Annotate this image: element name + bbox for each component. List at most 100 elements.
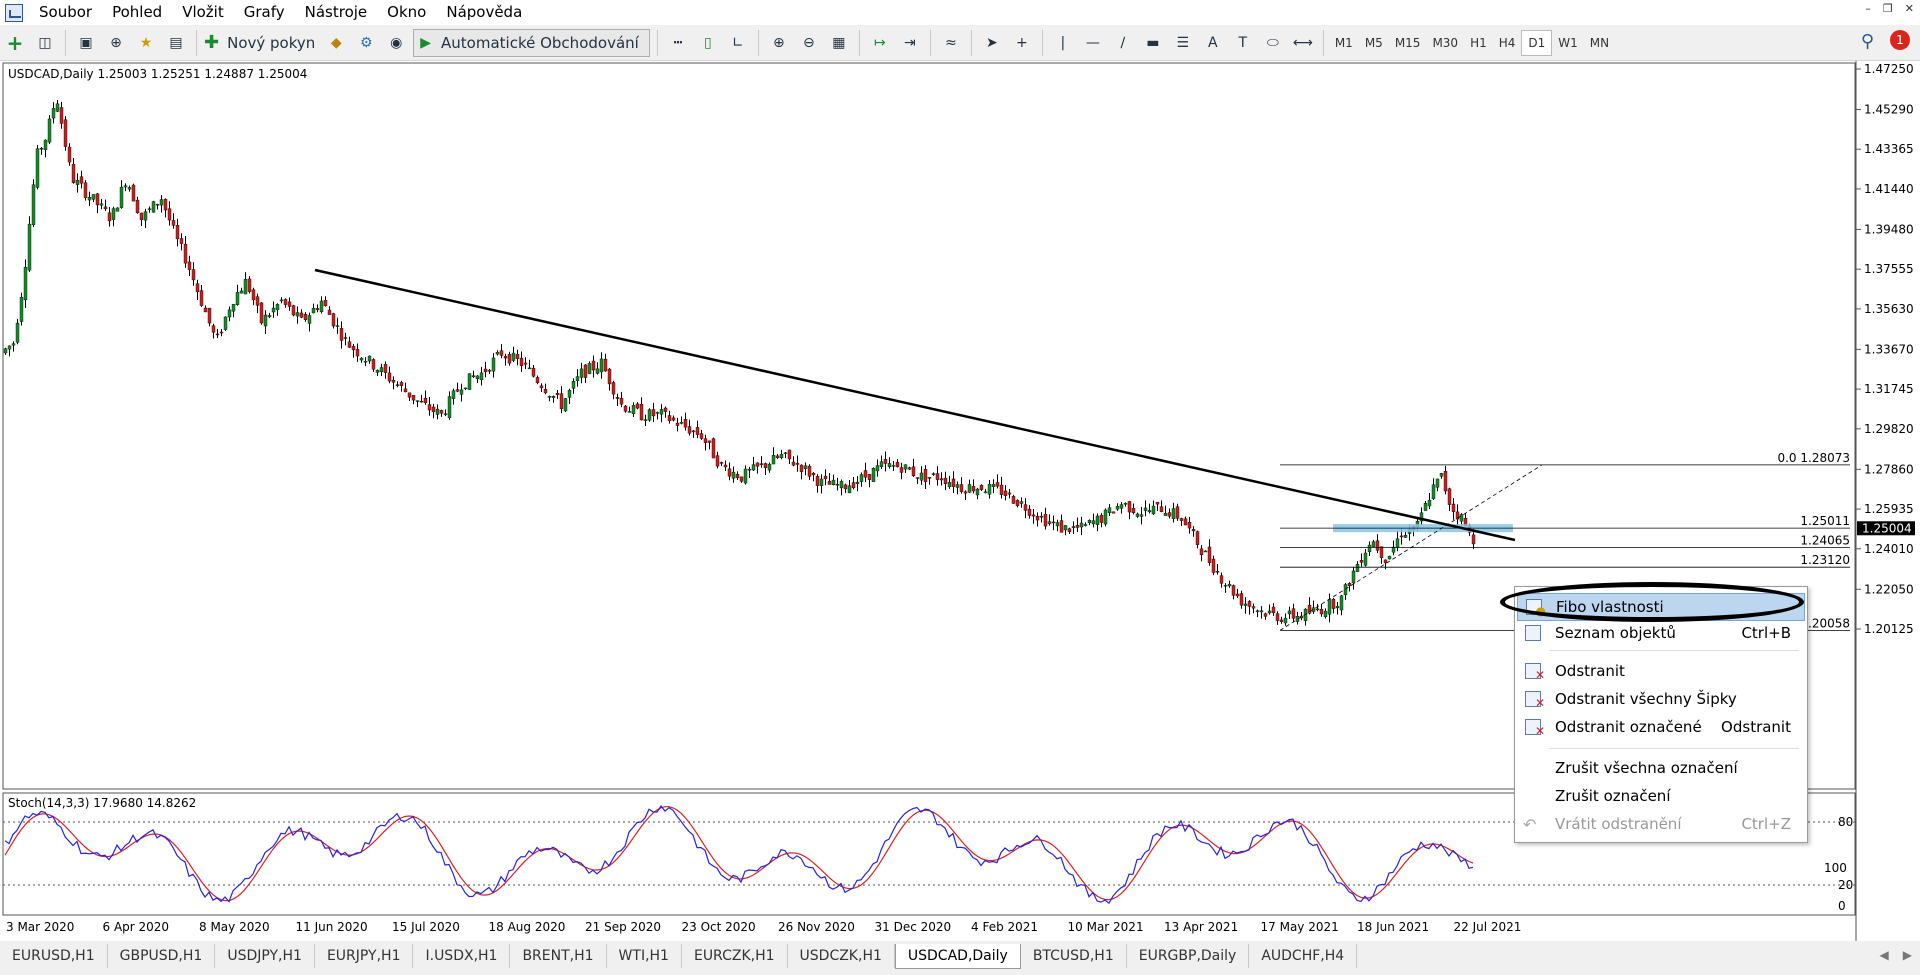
- candle-body: [1243, 603, 1248, 606]
- menu-delete-all-arrows[interactable]: ✕ Odstranit všechny Šipky: [1517, 686, 1803, 712]
- indicators-icon[interactable]: ≈: [938, 29, 964, 56]
- tab-eurjpy[interactable]: EURJPY,H1: [315, 944, 414, 968]
- tab-scroll-right-icon[interactable]: ▶: [1903, 948, 1912, 962]
- horizontal-line-icon[interactable]: —: [1080, 29, 1106, 56]
- tab-gbpusd[interactable]: GBPUSD,H1: [108, 944, 216, 968]
- timeframe-d1[interactable]: D1: [1521, 29, 1553, 56]
- timeframe-w1[interactable]: W1: [1552, 31, 1584, 55]
- menu-deselect[interactable]: Zrušit označení: [1517, 783, 1803, 809]
- tab-scroll-left-icon[interactable]: ◀: [1880, 948, 1889, 962]
- tile-windows-icon[interactable]: ▦: [826, 29, 852, 56]
- candle-body: [55, 103, 60, 112]
- candle-body: [447, 396, 452, 418]
- text-icon[interactable]: A: [1200, 29, 1226, 56]
- tab-eurusd[interactable]: EURUSD,H1: [0, 944, 108, 968]
- candle-body: [911, 466, 916, 476]
- meta-editor-icon[interactable]: ◆: [323, 29, 349, 56]
- candle-body: [1027, 508, 1032, 516]
- tab-audchf[interactable]: AUDCHF,H4: [1249, 944, 1358, 968]
- notification-badge[interactable]: 1: [1890, 30, 1910, 50]
- menu-vlozit[interactable]: Vložit: [172, 0, 234, 25]
- menu-label: Odstranit označené: [1555, 718, 1702, 736]
- menu-delete-selected[interactable]: ✕ Odstranit označené Odstranit: [1517, 714, 1803, 740]
- restore-icon[interactable]: ❐: [1883, 2, 1893, 15]
- tab-brent[interactable]: BRENT,H1: [510, 944, 607, 968]
- cursor-icon[interactable]: ➤: [979, 29, 1005, 56]
- bar-chart-icon[interactable]: ┅: [665, 29, 691, 56]
- menu-deselect-all[interactable]: Zrušit všechna označení: [1517, 755, 1803, 781]
- terminal-icon[interactable]: ▤: [163, 29, 189, 56]
- arrows-icon[interactable]: ⟷: [1290, 29, 1316, 56]
- line-chart-icon[interactable]: ∟: [725, 29, 751, 56]
- menu-napoveda[interactable]: Nápověda: [436, 0, 532, 25]
- menu-nastroje[interactable]: Nástroje: [295, 0, 378, 25]
- signals-icon[interactable]: ◉: [383, 29, 409, 56]
- timeframe-mn[interactable]: MN: [1584, 31, 1615, 55]
- candle-body: [1143, 507, 1148, 511]
- menu-soubor[interactable]: Soubor: [29, 0, 102, 25]
- new-order-button[interactable]: ✚ Nový pokyn: [204, 29, 319, 56]
- minimize-icon[interactable]: –: [1865, 2, 1871, 15]
- menu-undo-delete[interactable]: ↶ Vrátit odstranění Ctrl+Z: [1517, 811, 1803, 837]
- tab-usdjpy[interactable]: USDJPY,H1: [215, 944, 315, 968]
- tab-iusdx[interactable]: I.USDX,H1: [413, 944, 511, 968]
- timeframe-m30[interactable]: M30: [1426, 31, 1464, 55]
- toolbar-separator: [1322, 29, 1324, 56]
- candlestick-icon[interactable]: ▯: [695, 29, 721, 56]
- trendline: [314, 268, 1516, 542]
- auto-trading-button[interactable]: ▶ Automatické Obchodování: [413, 28, 650, 57]
- timeframe-h1[interactable]: H1: [1464, 31, 1493, 55]
- candle-body: [1379, 546, 1384, 559]
- menu-okno[interactable]: Okno: [377, 0, 436, 25]
- crosshair-icon[interactable]: +: [1009, 29, 1035, 56]
- vertical-line-icon[interactable]: |: [1050, 29, 1076, 56]
- search-icon[interactable]: ⚲: [1861, 31, 1874, 52]
- price-label: 1.43365: [1864, 142, 1914, 156]
- menu-fibo-properties[interactable]: ● Fibo vlastnosti: [1517, 593, 1805, 621]
- channel-icon[interactable]: ▬: [1140, 29, 1166, 56]
- candle-body: [443, 413, 448, 415]
- menu-pohled[interactable]: Pohled: [102, 0, 172, 25]
- candle-body: [631, 404, 636, 414]
- zoom-out-icon[interactable]: ⊖: [796, 29, 822, 56]
- tab-eurgbp[interactable]: EURGBP,Daily: [1127, 944, 1250, 968]
- trendline-icon[interactable]: ∕: [1110, 29, 1136, 56]
- candle-body: [1263, 613, 1268, 617]
- tab-btcusd[interactable]: BTCUSD,H1: [1021, 944, 1127, 968]
- candle-body: [523, 362, 528, 365]
- profiles-icon[interactable]: ◫: [32, 29, 58, 56]
- tab-usdczk[interactable]: USDCZK,H1: [788, 944, 895, 968]
- candle-body: [979, 484, 984, 490]
- tab-wti[interactable]: WTI,H1: [607, 944, 682, 968]
- new-chart-icon[interactable]: +: [2, 29, 28, 56]
- timeframe-m15[interactable]: M15: [1389, 31, 1427, 55]
- tab-eurczk[interactable]: EURCZK,H1: [682, 944, 788, 968]
- menu-object-list[interactable]: Seznam objektů Ctrl+B: [1517, 620, 1803, 646]
- timeframe-h4[interactable]: H4: [1493, 31, 1522, 55]
- candle-body: [935, 473, 940, 480]
- toolbar-separator: [65, 29, 66, 56]
- zoom-in-icon[interactable]: ⊕: [766, 29, 792, 56]
- timeframe-m5[interactable]: M5: [1359, 31, 1389, 55]
- text-label-icon[interactable]: T: [1230, 29, 1256, 56]
- shapes-icon[interactable]: ⬭: [1260, 29, 1286, 56]
- chart-shift-icon[interactable]: ⇥: [897, 29, 923, 56]
- close-icon[interactable]: ✕: [1905, 2, 1914, 15]
- menu-separator: [1549, 650, 1799, 651]
- strategy-tester-icon[interactable]: ⚙: [353, 29, 379, 56]
- fibonacci-icon[interactable]: ☰: [1170, 29, 1196, 56]
- auto-scroll-icon[interactable]: ↦: [867, 29, 893, 56]
- navigator-icon[interactable]: ⊕: [103, 29, 129, 56]
- candle-body: [399, 382, 404, 386]
- menu-delete[interactable]: ✕ Odstranit: [1517, 658, 1803, 684]
- toolbar: + ◫ ▣ ⊕ ★ ▤ ✚ Nový pokyn ◆ ⚙ ◉ ▶ Automat…: [0, 25, 1920, 61]
- tab-usdcad[interactable]: USDCAD,Daily: [894, 944, 1021, 969]
- market-watch-icon[interactable]: ▣: [73, 29, 99, 56]
- candle-body: [263, 314, 268, 327]
- toolbar-separator: [970, 29, 972, 56]
- favorites-icon[interactable]: ★: [133, 29, 159, 56]
- candle-body: [1387, 555, 1392, 560]
- menu-grafy[interactable]: Grafy: [234, 0, 295, 25]
- timeframe-m1[interactable]: M1: [1329, 31, 1359, 55]
- candle-body: [1239, 593, 1244, 606]
